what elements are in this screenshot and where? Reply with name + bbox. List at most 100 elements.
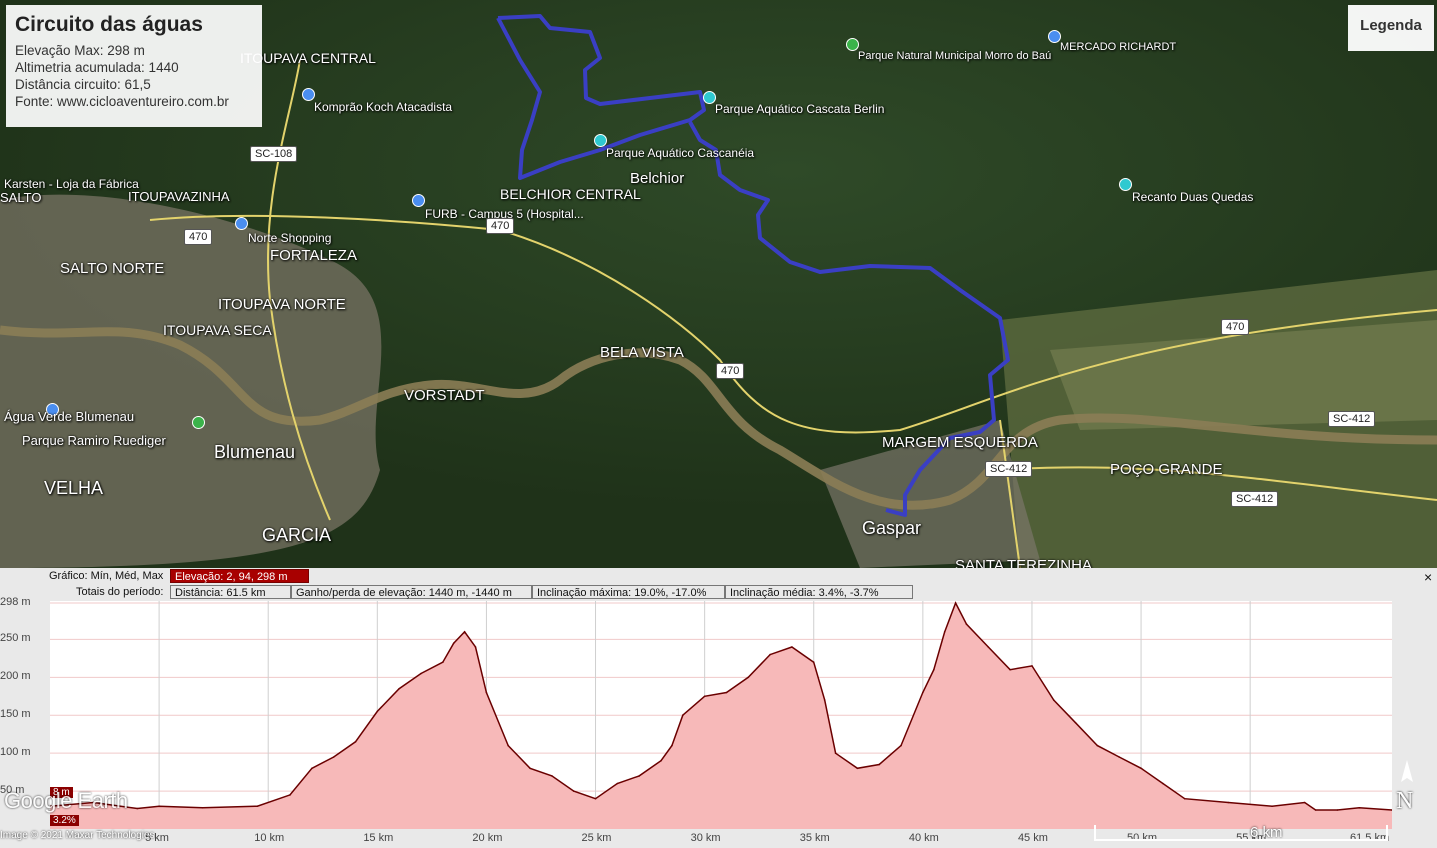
slope-cursor-badge: 3.2% — [50, 815, 79, 826]
road-shield: SC-412 — [1328, 411, 1376, 427]
map-label[interactable]: Parque Natural Municipal Morro do Baú — [858, 50, 1051, 62]
elevation-point — [900, 744, 902, 747]
elevation-point — [660, 759, 662, 762]
road-shield: 470 — [1221, 319, 1250, 335]
map-label[interactable]: Blumenau — [214, 442, 295, 463]
elevation-point — [965, 623, 968, 625]
pin-icon[interactable] — [235, 217, 248, 230]
elevation-point — [1096, 744, 1099, 747]
imagery-credit: Image © 2021 Maxar Technologies — [0, 830, 155, 841]
elevation-point — [1183, 797, 1186, 800]
elevation-point — [1009, 668, 1011, 671]
elevation-point — [158, 805, 160, 807]
map-label[interactable]: ITOUPAVA SECA — [163, 322, 272, 338]
map-label[interactable]: MARGEM ESQUERDA — [882, 434, 1038, 451]
elevation-point — [987, 646, 990, 648]
elevation-point — [638, 775, 640, 777]
elevation-point — [507, 744, 510, 747]
map-label[interactable]: Recanto Duas Quedas — [1132, 190, 1253, 204]
elevation-point — [791, 646, 793, 648]
x-tick-label: 10 km — [254, 832, 285, 844]
park-pin-icon[interactable] — [192, 416, 205, 429]
legend-button[interactable]: Legenda — [1348, 5, 1434, 51]
avg-slope-stat[interactable]: Inclinação média: 3.4%, -3.7% — [725, 585, 913, 599]
elevation-point — [1118, 756, 1120, 758]
map-label[interactable]: VORSTADT — [404, 387, 485, 404]
elevation-point — [682, 714, 684, 716]
elevation-stat[interactable]: Elevação: 2, 94, 298 m — [170, 569, 309, 583]
map-label[interactable]: VELHA — [44, 478, 103, 499]
graph-label: Gráfico: Mín, Méd, Max — [49, 570, 164, 582]
x-tick-label: 30 km — [690, 832, 721, 844]
close-icon[interactable]: × — [1424, 569, 1432, 585]
satellite-map[interactable]: ITOUPAVA CENTRAL Komprão Koch Atacadista… — [0, 0, 1437, 574]
elevation-point — [572, 790, 575, 792]
elevation-point — [747, 676, 750, 679]
map-label[interactable]: Norte Shopping — [248, 231, 331, 245]
elevation-point — [529, 767, 531, 770]
route-info-box: Circuito das águas Elevação Max: 298 m A… — [6, 5, 262, 127]
x-tick-label: 45 km — [1017, 832, 1048, 844]
accumulated-altimetry: Altimetria acumulada: 1440 — [15, 60, 179, 75]
y-tick-label: 100 m — [0, 746, 31, 759]
map-label[interactable]: Komprão Koch Atacadista — [314, 100, 452, 114]
map-label[interactable]: MERCADO RICHARDT — [1060, 41, 1176, 53]
elevation-point — [420, 672, 422, 675]
road-shield: 470 — [184, 229, 213, 245]
map-label[interactable]: Belchior — [630, 170, 684, 187]
elevation-point — [1227, 801, 1230, 804]
x-tick-label: 20 km — [472, 832, 503, 844]
map-label[interactable]: Parque Aquático Cascanéia — [606, 146, 754, 160]
map-label[interactable]: GARCIA — [262, 525, 331, 546]
map-label[interactable]: BELA VISTA — [600, 344, 684, 361]
stats-row-graph: Gráfico: Mín, Méd, Max Elevação: 2, 94, … — [0, 569, 1437, 583]
elevation-point — [834, 752, 837, 754]
map-label[interactable]: SALTO NORTE — [60, 260, 164, 277]
elevation-point — [1358, 807, 1361, 809]
elevation-point — [136, 807, 139, 810]
scale-bar — [1094, 825, 1388, 841]
circuit-distance: Distância circuito: 61,5 — [15, 77, 151, 92]
map-label[interactable]: Gaspar — [862, 518, 921, 539]
stats-row-totals: Totais do período: Distância: 61.5 km Ga… — [0, 585, 1437, 599]
map-label[interactable]: POÇO GRANDE — [1110, 461, 1223, 478]
elevation-point — [332, 756, 335, 758]
elevation-area — [50, 603, 1392, 829]
gain-loss-stat[interactable]: Ganho/perda de elevação: 1440 m, -1440 m — [291, 585, 532, 599]
pin-icon[interactable] — [412, 194, 425, 207]
map-label[interactable]: Água Verde Blumenau — [4, 409, 134, 424]
y-tick-label: 298 m — [0, 596, 31, 608]
elevation-point — [1140, 767, 1142, 770]
map-label[interactable]: SALTO — [0, 190, 41, 205]
elevation-point — [1303, 801, 1306, 804]
max-slope-stat[interactable]: Inclinação máxima: 19.0%, -17.0% — [532, 585, 725, 599]
map-label[interactable]: Parque Aquático Cascata Berlin — [715, 102, 884, 116]
elevation-point — [463, 631, 466, 633]
pin-icon[interactable] — [1119, 178, 1132, 191]
elevation-point — [1053, 699, 1055, 701]
x-tick-label: 25 km — [581, 832, 612, 844]
compass-n-label: N — [1396, 788, 1414, 814]
map-label[interactable]: ITOUPAVAZINHA — [128, 189, 230, 204]
elevation-point — [1314, 809, 1317, 811]
map-label[interactable]: ITOUPAVA NORTE — [218, 296, 346, 313]
map-label[interactable]: Karsten - Loja da Fábrica — [4, 177, 139, 191]
elevation-point — [201, 807, 204, 809]
elevation-point — [594, 797, 597, 800]
totals-label: Totais do período: — [76, 586, 164, 598]
map-label[interactable]: Parque Ramiro Ruediger — [22, 433, 166, 448]
elevation-point — [1271, 805, 1273, 807]
elevation-point — [398, 687, 400, 690]
elevation-chart[interactable] — [49, 601, 1393, 829]
elevation-point — [452, 642, 455, 644]
map-label[interactable]: FORTALEZA — [270, 247, 357, 264]
elevation-point — [311, 767, 313, 770]
compass-icon[interactable]: N — [1394, 758, 1420, 818]
elevation-point — [289, 794, 291, 796]
distance-stat[interactable]: Distância: 61.5 km — [170, 585, 291, 599]
elevation-point — [823, 699, 826, 701]
elevation-point — [878, 763, 880, 766]
map-label[interactable]: BELCHIOR CENTRAL — [500, 186, 641, 202]
elevation-point — [922, 691, 924, 694]
elevation-point — [376, 710, 379, 713]
